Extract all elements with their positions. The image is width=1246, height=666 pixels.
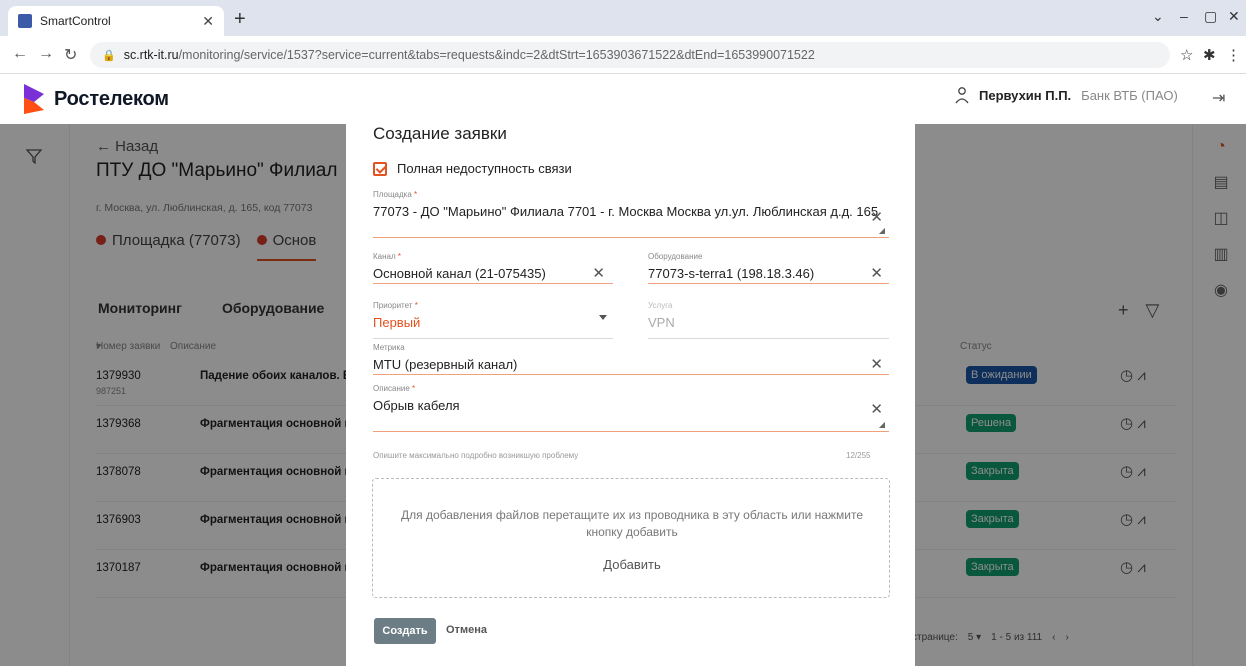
- site-label: Площадка *: [373, 190, 418, 199]
- priority-select[interactable]: Приоритет * Первый: [373, 301, 613, 339]
- service-value: VPN: [648, 315, 675, 330]
- logo[interactable]: Ростелеком: [22, 82, 169, 116]
- lock-icon: 🔒: [102, 49, 116, 62]
- user-icon: [955, 87, 969, 104]
- create-request-modal: Создание заявки Полная недоступность свя…: [346, 124, 915, 666]
- resize-handle-icon[interactable]: ◢: [879, 226, 885, 235]
- char-counter: 12/255: [846, 451, 871, 460]
- resize-handle-icon[interactable]: ◢: [879, 420, 885, 429]
- clear-icon[interactable]: ✕: [870, 208, 883, 226]
- file-drop-zone[interactable]: Для добавления файлов перетащите их из п…: [372, 478, 890, 598]
- description-value: Обрыв кабеля: [373, 398, 460, 413]
- app-header: Ростелеком Первухин П.П. Банк ВТБ (ПАО) …: [0, 74, 1246, 124]
- close-tab-icon[interactable]: ✕: [202, 13, 214, 30]
- clear-icon[interactable]: ✕: [870, 264, 883, 282]
- url-path: /monitoring/service/1537?service=current…: [178, 48, 815, 62]
- url-host: sc.rtk-it.ru: [123, 48, 179, 62]
- user-org: Банк ВТБ (ПАО): [1081, 87, 1178, 103]
- channel-field[interactable]: Канал * Основной канал (21-075435) ✕: [373, 252, 613, 284]
- browser-tabbar: SmartControl ✕ + ⌄ – ▢ ✕: [0, 0, 1246, 36]
- menu-icon[interactable]: ⋮: [1226, 46, 1241, 64]
- description-hint: Опишите максимально подробно возникшую п…: [373, 451, 579, 460]
- back-arrow-icon[interactable]: ←: [12, 45, 28, 63]
- description-field[interactable]: Описание * Обрыв кабеля ✕ ◢: [373, 384, 889, 432]
- extensions-icon[interactable]: ✱: [1203, 46, 1216, 64]
- service-field: Услуга VPN: [648, 301, 889, 339]
- cancel-button[interactable]: Отмена: [446, 624, 487, 636]
- drop-zone-text: Для добавления файлов перетащите их из п…: [401, 508, 863, 539]
- description-label: Описание *: [373, 384, 416, 393]
- service-label: Услуга: [648, 301, 673, 310]
- browser-toolbar: ← → ↻ 🔒 sc.rtk-it.ru/monitoring/service/…: [0, 36, 1246, 74]
- clear-icon[interactable]: ✕: [870, 355, 883, 373]
- clear-icon[interactable]: ✕: [592, 264, 605, 282]
- dropdown-caret-icon: [599, 315, 607, 320]
- site-value: 77073 - ДО "Марьино" Филиала 7701 - г. М…: [373, 204, 879, 219]
- new-tab-icon[interactable]: +: [234, 8, 246, 31]
- star-icon[interactable]: ☆: [1180, 46, 1193, 64]
- address-bar[interactable]: 🔒 sc.rtk-it.ru/monitoring/service/1537?s…: [90, 42, 1170, 68]
- metric-value: MTU (резервный канал): [373, 357, 518, 372]
- equipment-value: 77073-s-terra1 (198.18.3.46): [648, 266, 815, 281]
- channel-value: Основной канал (21-075435): [373, 266, 546, 281]
- tab-search-icon[interactable]: ⌄: [1152, 8, 1164, 25]
- user-menu[interactable]: Первухин П.П. Банк ВТБ (ПАО): [955, 86, 1178, 104]
- full-outage-checkbox[interactable]: Полная недоступность связи: [373, 161, 572, 176]
- add-file-button[interactable]: Добавить: [373, 557, 891, 572]
- metric-label: Метрика: [373, 343, 405, 352]
- reload-icon[interactable]: ↻: [64, 45, 77, 65]
- equipment-field[interactable]: Оборудование 77073-s-terra1 (198.18.3.46…: [648, 252, 889, 284]
- modal-title: Создание заявки: [373, 124, 507, 143]
- minimize-icon[interactable]: –: [1180, 8, 1188, 24]
- logout-icon[interactable]: ⇥: [1212, 88, 1225, 108]
- checkbox-checked-icon: [373, 161, 387, 176]
- metric-field[interactable]: Метрика MTU (резервный канал) ✕: [373, 343, 889, 375]
- forward-arrow-icon[interactable]: →: [38, 45, 54, 63]
- equipment-label: Оборудование: [648, 252, 703, 261]
- priority-label: Приоритет *: [373, 301, 418, 310]
- tab-title: SmartControl: [40, 14, 111, 28]
- site-field[interactable]: Площадка * 77073 - ДО "Марьино" Филиала …: [373, 190, 889, 238]
- channel-label: Канал *: [373, 252, 402, 261]
- clear-icon[interactable]: ✕: [870, 400, 883, 418]
- maximize-icon[interactable]: ▢: [1204, 8, 1217, 25]
- priority-value: Первый: [373, 315, 421, 330]
- favicon-icon: [18, 14, 32, 28]
- logo-text: Ростелеком: [54, 87, 169, 110]
- close-window-icon[interactable]: ✕: [1228, 8, 1240, 25]
- checkbox-label: Полная недоступность связи: [397, 161, 572, 176]
- user-name: Первухин П.П.: [979, 87, 1072, 103]
- create-button[interactable]: Создать: [374, 618, 436, 644]
- browser-tab[interactable]: SmartControl ✕: [8, 6, 224, 36]
- rostelecom-logo-icon: [24, 84, 44, 114]
